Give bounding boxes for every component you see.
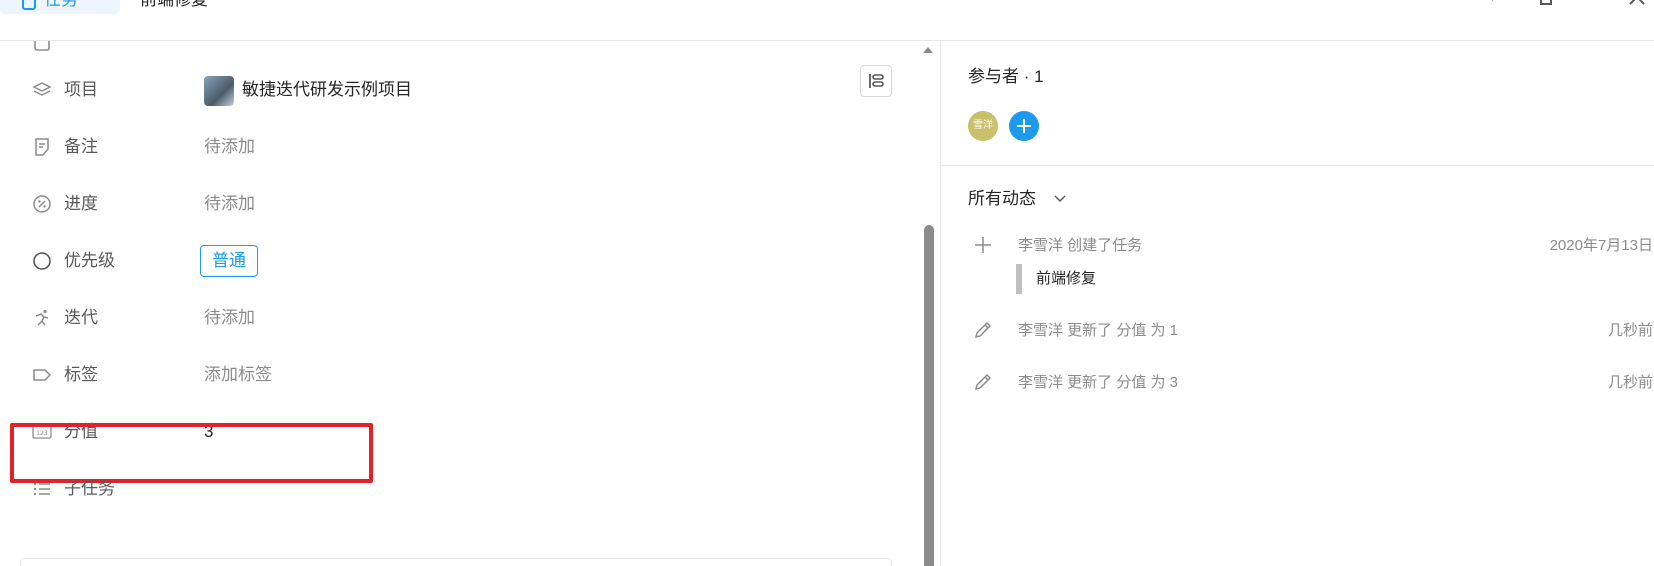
field-note: 备注 待添加 <box>32 131 892 163</box>
field-project-value[interactable]: 敏捷迭代研发示例项目 <box>242 79 412 101</box>
field-subtasks-label[interactable]: 子任务 <box>64 478 115 500</box>
activity-item: 李雪洋 更新了 分值 为 3 几秒前 <box>968 369 1654 399</box>
scroll-up-arrow-icon[interactable] <box>923 47 933 53</box>
add-participant-button[interactable] <box>1009 111 1039 141</box>
field-iteration-label: 迭代 <box>64 308 98 327</box>
avatar[interactable]: 雪洋 <box>968 111 998 141</box>
layers-icon <box>32 82 52 96</box>
task-icon <box>22 0 36 10</box>
field-priority-label: 优先级 <box>64 251 115 270</box>
activity-time: 2020年7月13日 <box>1549 237 1653 254</box>
percent-icon <box>33 195 51 213</box>
activity-item: 李雪洋 创建了任务 2020年7月13日 <box>968 232 1654 262</box>
field-subtasks: 子任务 <box>32 473 892 505</box>
tab-task-label: 任务 <box>44 0 78 10</box>
activity-filter-dropdown[interactable]: 所有动态 <box>968 188 1036 210</box>
running-icon <box>35 309 49 326</box>
field-progress-label: 进度 <box>64 194 98 213</box>
divider <box>941 165 1654 166</box>
subtask-input-card[interactable] <box>20 558 892 566</box>
note-icon <box>35 138 49 156</box>
activity-pane: 参与者 · 1 雪洋 所有动态 李雪洋 创建了任务 2020年7月13日 李雪洋… <box>940 41 1654 566</box>
copy-icon[interactable] <box>1538 0 1556 6</box>
field-progress-value[interactable]: 待添加 <box>204 193 255 215</box>
field-tags-label: 标签 <box>64 365 98 384</box>
scrollbar-thumb[interactable] <box>924 225 934 566</box>
activity-text: 李雪洋 创建了任务 <box>1018 237 1143 254</box>
field-time-row <box>32 41 892 59</box>
activity-text: 李雪洋 更新了 分值 为 1 <box>1018 322 1179 339</box>
pencil-icon <box>974 373 992 391</box>
tag-icon <box>33 369 52 381</box>
project-thumbnail <box>204 76 234 106</box>
plus-icon <box>975 237 991 253</box>
field-priority: 优先级 普通 <box>32 245 892 277</box>
chevron-down-icon[interactable] <box>1052 190 1068 206</box>
participants-title: 参与者 · 1 <box>968 67 1044 86</box>
pencil-icon <box>974 321 992 339</box>
task-title[interactable]: 前端修复 <box>140 0 208 10</box>
task-header: 任务 前端修复 <box>0 0 1654 41</box>
field-note-value[interactable]: 待添加 <box>204 136 255 158</box>
priority-tag[interactable]: 普通 <box>200 245 258 277</box>
field-note-label: 备注 <box>64 137 98 156</box>
close-icon[interactable] <box>1628 0 1646 6</box>
field-iteration: 迭代 待添加 <box>32 302 892 334</box>
task-detail-pane: 项目 敏捷迭代研发示例项目 备注 待添加 进度 待添加 优先级 普通 迭代 待添… <box>0 41 935 566</box>
tab-task[interactable]: 任务 <box>0 0 120 14</box>
field-tags-value[interactable]: 添加标签 <box>204 364 272 386</box>
activity-time: 几秒前 <box>1607 374 1653 391</box>
list-icon <box>33 482 50 496</box>
activity-time: 几秒前 <box>1607 322 1653 339</box>
field-project-label: 项目 <box>64 80 98 99</box>
circle-icon <box>33 252 51 270</box>
calendar-icon <box>34 41 50 51</box>
activity-text: 李雪洋 更新了 分值 为 3 <box>1018 374 1179 391</box>
field-project: 项目 敏捷迭代研发示例项目 <box>32 74 892 106</box>
activity-quote: 前端修复 <box>1016 264 1096 294</box>
activity-item: 李雪洋 更新了 分值 为 1 几秒前 <box>968 317 1654 347</box>
link-icon[interactable] <box>1488 0 1506 6</box>
field-progress: 进度 待添加 <box>32 188 892 220</box>
field-tags: 标签 添加标签 <box>32 359 892 391</box>
field-iteration-value[interactable]: 待添加 <box>204 307 255 329</box>
